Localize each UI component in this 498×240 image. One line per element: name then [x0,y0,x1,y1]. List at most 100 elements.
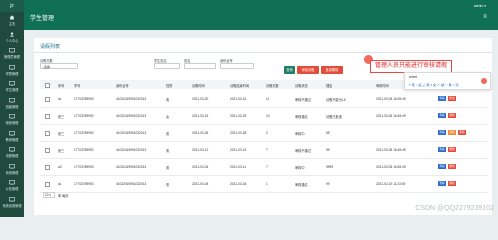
table-row [40,126,488,142]
sidebar-item-4[interactable]: 学生管理 [0,80,24,92]
table-cell-end: 2021-03-04 [230,182,247,186]
column-header[interactable]: 请假天数 [266,83,279,88]
sidebar-item-label: 管理员管理 [4,55,20,59]
table-cell-start: 2021-03-20 [192,97,209,101]
table-cell-sex: 女 [166,115,170,119]
page-size-select[interactable]: 10 ▾ [43,192,55,198]
row-checkbox[interactable] [45,131,50,136]
sidebar-item-5[interactable]: 班级管理 [0,97,24,109]
table-cell-status: 审核不通过 [295,98,311,102]
row-action-button[interactable]: 审核 [448,130,456,135]
table-cell-days: 2 [266,131,268,135]
filter-class-input[interactable] [184,63,216,69]
column-header[interactable]: 理由 [326,83,332,88]
table-cell-days: 10 [266,114,270,118]
close-icon[interactable] [481,78,487,84]
top-bar: 学生管理 admin ▾ [24,0,498,30]
table-cell-days: 7 [266,148,268,152]
annotation-label: sheet [409,75,418,79]
filter-student-input[interactable] [154,63,180,69]
menu-icon[interactable]: ≡ [480,13,490,21]
table-row [40,177,488,193]
row-action-button[interactable]: 查看 [438,113,446,118]
add-leave-button[interactable]: 添加请假 [297,66,319,74]
monitor-icon [9,48,15,53]
row-action-button[interactable]: 查看 [438,130,446,135]
row-action-button[interactable]: 修改 [448,96,456,101]
sidebar-item-10[interactable]: 公告管理 [0,179,24,191]
column-header[interactable]: 序号 [58,83,64,88]
table-cell-days: 7 [266,165,268,169]
table-cell-status: 审核中 [295,132,305,136]
row-action-button[interactable]: 删除 [448,113,456,118]
row-action-button[interactable]: 删除 [448,181,456,186]
sidebar-item-11[interactable]: 系统设置管理 [0,196,24,208]
table-cell-time: 2021-03-05 16:45:49 [376,97,406,101]
column-header[interactable]: 请假时间 [192,83,205,88]
table-cell-end: 2021-03-31 [230,97,247,101]
row-checkbox[interactable] [45,148,50,153]
table-cell-time: 2021-03-05 16:45:49 [376,165,406,169]
table-cell-end: 2021-03-29 [230,114,247,118]
table-cell-reason: 99 [326,148,330,152]
sidebar-item-6[interactable]: 宿舍管理 [0,113,24,125]
sidebar-item-0[interactable]: 主页 [0,14,24,26]
sidebar-item-1[interactable]: 个人中心 [0,31,24,43]
table-cell-reason: 9999 [326,165,334,169]
row-checkbox[interactable] [45,97,50,102]
batch-delete-button[interactable]: 批量删除 [321,66,343,74]
sidebar-item-2[interactable]: 管理员管理 [0,47,24,59]
row-action-button[interactable]: 查看 [438,164,446,169]
home-icon [9,15,15,20]
sidebar-item-label: 公告管理 [5,187,19,191]
sidebar-item-label: 教师管理 [5,137,19,142]
sidebar-item-7[interactable]: 教师管理 [0,130,24,142]
sidebar-item-9[interactable]: 系统管理 [0,163,24,175]
row-action-button[interactable]: 删除 [448,164,456,169]
monitor-icon [9,81,15,86]
table-cell-no: 张三 [58,149,65,153]
page-title: 学生管理 [30,16,55,22]
app-logo: jz [0,0,24,12]
filter-id-input[interactable] [220,63,254,69]
column-header[interactable]: 身份证号 [116,83,129,88]
row-checkbox[interactable] [45,165,50,170]
sidebar-item-8[interactable]: 请假管理 [0,146,24,158]
sidebar-item-3[interactable]: 学院管理 [0,64,24,76]
table-cell-end: 2021-03-11 [230,165,247,169]
table-cell-end: 2021-03-19 [230,148,247,152]
table-cell-sex: 男 [166,183,170,187]
table-cell-idcard: 41032419951032013 [116,148,147,152]
row-checkbox[interactable] [45,114,50,119]
panel-divider [34,52,492,53]
table-cell-days: 11 [266,97,270,101]
table-cell-start: 2021-03-04 [192,165,209,169]
select-all-checkbox[interactable] [45,83,50,88]
row-checkbox[interactable] [45,182,50,187]
column-header[interactable]: 请假状态 [295,83,308,88]
table-cell-status: 审核不通过 [295,149,311,153]
row-action-button[interactable]: 删除 [448,147,456,152]
monitor-icon [9,130,15,136]
table-cell-sid: 17703789992 [74,148,94,152]
sidebar-item-label: 主页 [8,22,16,26]
column-header[interactable]: 请假结束时间 [230,83,249,88]
table-cell-no: a3 [58,165,62,169]
sidebar-item-label: 请假管理 [5,154,19,158]
sidebar-item-label: 宿舍管理 [5,121,19,125]
row-action-button[interactable]: 查看 [438,181,446,186]
row-action-button[interactable]: 查看 [438,147,446,152]
table-cell-start: 2021-03-26 [192,131,209,135]
annotation-tools[interactable]: T 矩 ○ 画 ∠ 箭 A 文 ⤺ 撤 ↻ 重 ✓ 完 [409,82,459,87]
user-menu[interactable]: admin ▾ [474,4,486,8]
column-header[interactable]: 审核时间 [376,83,389,88]
row-action-button[interactable]: 删除 [458,130,466,135]
column-header[interactable]: 学号 [74,83,80,88]
row-action-button[interactable]: 查看 [438,96,446,101]
annotation-toolbar: sheet T 矩 ○ 画 ∠ 箭 A 文 ⤺ 撤 ↻ 重 ✓ 完 [404,72,491,90]
table-cell-start: 2021-03-12 [192,148,209,152]
column-header[interactable]: 性别 [166,83,172,88]
table-cell-sex: 男 [166,149,170,153]
search-button[interactable]: 查询 [284,66,295,74]
filter-days-select[interactable]: - 选择 - [40,63,78,69]
